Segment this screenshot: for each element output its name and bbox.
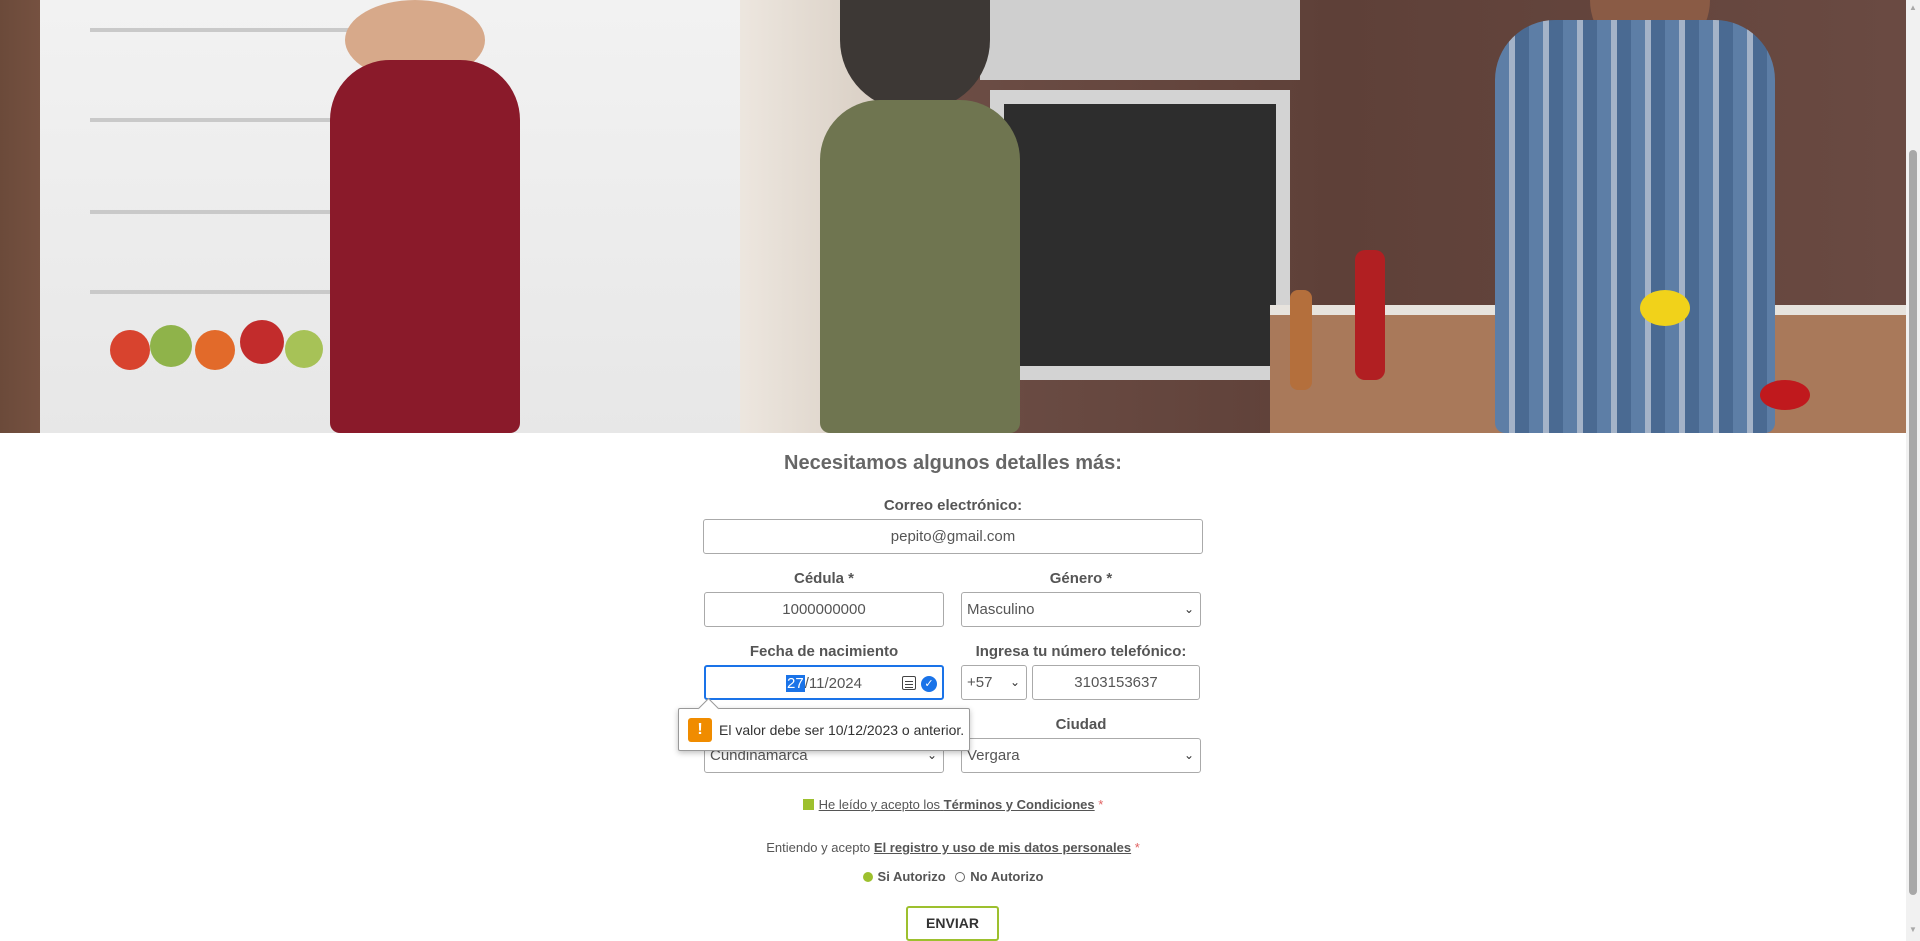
- genero-select[interactable]: Masculino ⌄: [961, 592, 1201, 627]
- page-scrollbar[interactable]: ▲ ▼: [1906, 0, 1920, 941]
- chevron-down-icon: ⌄: [1183, 602, 1194, 616]
- email-label: Correo electrónico:: [883, 497, 1023, 514]
- validation-tooltip: ! El valor debe ser 10/12/2023 o anterio…: [678, 708, 970, 751]
- scroll-down-arrow[interactable]: ▼: [1909, 926, 1917, 934]
- birthdate-day-selected: 27: [786, 675, 805, 692]
- data-policy-link[interactable]: El registro y uso de mis datos personale…: [874, 840, 1131, 855]
- radio-unselected-icon: [955, 872, 966, 882]
- phone-field[interactable]: 3103153637: [1032, 665, 1200, 700]
- phone-prefix-select[interactable]: +57 ⌄: [961, 665, 1027, 700]
- terms-required-mark: *: [1098, 797, 1104, 812]
- oven-shape: [990, 90, 1290, 380]
- scroll-up-arrow[interactable]: ▲: [1909, 4, 1917, 12]
- cedula-label: Cédula *: [793, 570, 855, 587]
- person-man-plaid-shirt: [1495, 20, 1775, 433]
- cedula-field[interactable]: 1000000000: [704, 592, 944, 627]
- phone-label: Ingresa tu número telefónico:: [975, 643, 1187, 660]
- data-policy-required-mark: *: [1134, 840, 1140, 855]
- authorization-radio-group: Si Autorizo No Autorizo: [0, 869, 1906, 884]
- submit-button[interactable]: ENVIAR: [906, 906, 999, 941]
- birthdate-label: Fecha de nacimiento: [749, 643, 899, 660]
- chevron-down-icon: ⌄: [1009, 675, 1020, 689]
- person-woman-green-shirt: [820, 100, 1020, 433]
- data-policy-prefix: Entiendo y acepto: [766, 840, 871, 855]
- terms-checkbox[interactable]: [802, 799, 814, 810]
- phone-prefix-value: +57: [967, 674, 993, 691]
- birthdate-rest: /11/2024: [804, 675, 862, 692]
- city-label: Ciudad: [1055, 716, 1107, 733]
- terms-link[interactable]: He leído y acepto los Términos y Condici…: [819, 797, 1095, 812]
- chevron-down-icon: ⌄: [1183, 748, 1194, 762]
- validation-message: El valor debe ser 10/12/2023 o anterior.: [719, 722, 965, 738]
- terms-row: He leído y acepto los Términos y Condici…: [0, 797, 1906, 812]
- email-field[interactable]: pepito@gmail.com: [703, 519, 1203, 554]
- radio-selected-icon: [862, 872, 873, 882]
- check-circle-icon: ✓: [921, 676, 937, 692]
- calendar-icon[interactable]: [902, 676, 916, 690]
- birthdate-field[interactable]: 27/11/2024 ✓: [704, 665, 944, 700]
- genero-label: Género *: [1049, 570, 1113, 587]
- scroll-thumb[interactable]: [1909, 150, 1917, 895]
- city-selected-value: Vergara: [967, 747, 1020, 764]
- form-title: Necesitamos algunos detalles más:: [784, 452, 1122, 474]
- hero-image: [0, 0, 1906, 433]
- warning-icon: !: [688, 718, 712, 742]
- data-policy-row: Entiendo y acepto El registro y uso de m…: [0, 840, 1906, 855]
- radio-no-autorizo[interactable]: No Autorizo: [955, 869, 1043, 884]
- person-woman-red-shirt: [330, 60, 520, 433]
- city-select[interactable]: Vergara ⌄: [961, 738, 1201, 773]
- radio-si-autorizo[interactable]: Si Autorizo: [862, 869, 946, 884]
- genero-selected-value: Masculino: [967, 601, 1035, 618]
